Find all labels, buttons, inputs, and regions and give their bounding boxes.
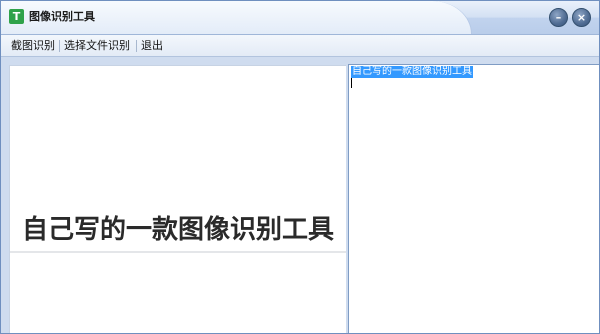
image-preview-pane: 自己写的一款图像识别工具: [9, 65, 346, 333]
window-title: 图像识别工具: [29, 10, 95, 23]
menu-item-select-file-recognize[interactable]: 选择文件识别: [62, 38, 132, 54]
menu-bar: 截图识别 选择文件识别 退出: [1, 35, 599, 57]
recognition-result-textbox[interactable]: 自己写的一款图像识别工具: [348, 64, 599, 333]
close-button[interactable]: ×: [572, 8, 591, 27]
menu-item-exit[interactable]: 退出: [139, 38, 165, 54]
title-bar[interactable]: T 图像识别工具 – ×: [1, 1, 599, 35]
text-caret: [351, 78, 352, 88]
menu-separator: [136, 40, 137, 52]
recognized-text-selection[interactable]: 自己写的一款图像识别工具: [351, 66, 473, 78]
minimize-button[interactable]: –: [549, 8, 568, 27]
app-icon: T: [9, 9, 24, 24]
captured-image: 自己写的一款图像识别工具: [10, 206, 346, 253]
menu-item-screenshot-recognize[interactable]: 截图识别: [9, 38, 57, 54]
captured-image-text: 自己写的一款图像识别工具: [22, 215, 335, 245]
app-window: T 图像识别工具 – × 截图识别 选择文件识别 退出 自己写的一款图像识别工具…: [0, 0, 600, 334]
menu-separator: [59, 40, 60, 52]
